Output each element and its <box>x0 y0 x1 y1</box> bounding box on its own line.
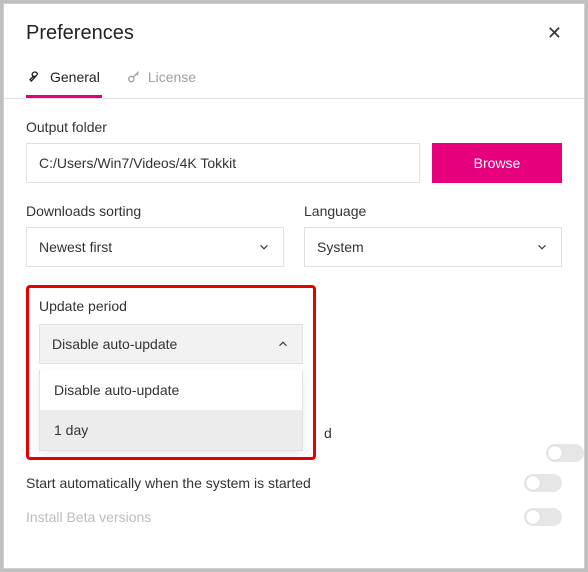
tab-general-label: General <box>50 69 100 85</box>
wrench-icon <box>28 69 44 85</box>
downloads-sorting-select[interactable]: Newest first <box>26 227 284 267</box>
obscured-text-fragment: d <box>324 425 332 441</box>
tab-general[interactable]: General <box>26 63 102 98</box>
browse-button[interactable]: Browse <box>432 143 562 183</box>
toggle-start-with-system[interactable] <box>524 474 562 492</box>
toggle-install-beta[interactable] <box>524 508 562 526</box>
update-period-dropdown: Disable auto-update 1 day <box>39 370 303 451</box>
close-icon[interactable]: ✕ <box>547 23 562 44</box>
header: Preferences ✕ <box>4 4 584 55</box>
tab-license-label: License <box>148 69 196 85</box>
tab-license[interactable]: License <box>124 63 198 98</box>
settings-list: Start automatically when the system is s… <box>4 466 584 534</box>
tab-bar: General License <box>4 55 584 99</box>
chevron-down-icon <box>535 240 549 254</box>
downloads-sorting-label: Downloads sorting <box>26 203 284 219</box>
option-1-day[interactable]: 1 day <box>40 410 302 450</box>
chevron-down-icon <box>257 240 271 254</box>
language-select[interactable]: System <box>304 227 562 267</box>
update-period-select[interactable]: Disable auto-update <box>39 324 303 364</box>
start-with-system-label: Start automatically when the system is s… <box>26 475 311 491</box>
language-value: System <box>317 239 364 255</box>
update-period-value: Disable auto-update <box>52 336 177 352</box>
output-folder-label: Output folder <box>26 119 562 135</box>
toggle-hidden[interactable] <box>546 444 584 462</box>
preferences-window: Preferences ✕ General License Output fol… <box>3 3 585 569</box>
setting-row-install-beta: Install Beta versions <box>26 500 562 534</box>
setting-row-start-with-system: Start automatically when the system is s… <box>26 466 562 500</box>
language-label: Language <box>304 203 562 219</box>
body: Output folder C:/Users/Win7/Videos/4K To… <box>4 99 584 460</box>
setting-row-hidden-toggle <box>546 436 584 470</box>
update-period-block: Update period Disable auto-update Disabl… <box>26 285 316 460</box>
downloads-sorting-value: Newest first <box>39 239 112 255</box>
chevron-up-icon <box>276 337 290 351</box>
install-beta-label: Install Beta versions <box>26 509 151 525</box>
update-period-label: Update period <box>39 298 303 314</box>
window-title: Preferences <box>26 22 134 45</box>
output-folder-input[interactable]: C:/Users/Win7/Videos/4K Tokkit <box>26 143 420 183</box>
option-disable-auto-update[interactable]: Disable auto-update <box>40 370 302 410</box>
key-icon <box>126 69 142 85</box>
